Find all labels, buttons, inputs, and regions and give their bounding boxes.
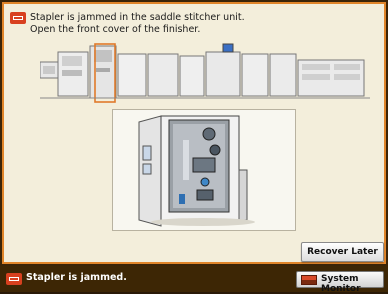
system-monitor-label: System Monitor — [321, 274, 361, 294]
touch-panel-screen: Stapler is jammed in the saddle stitcher… — [0, 0, 388, 294]
status-bar: Stapler is jammed. System Monitor — [0, 266, 388, 294]
error-badge-icon — [6, 273, 22, 285]
alert-message: Stapler is jammed in the saddle stitcher… — [30, 12, 370, 36]
status-message: Stapler is jammed. — [26, 272, 127, 283]
finisher-front-cover-open-illustration — [112, 109, 296, 231]
system-monitor-button[interactable]: System Monitor — [296, 271, 384, 294]
alert-panel: Stapler is jammed in the saddle stitcher… — [2, 2, 386, 264]
error-badge-icon — [10, 12, 26, 24]
printer-system-illustration — [40, 43, 370, 103]
system-monitor-icon — [301, 275, 317, 285]
recover-later-button[interactable]: Recover Later — [301, 242, 384, 262]
alert-line-1: Stapler is jammed in the saddle stitcher… — [30, 12, 245, 23]
alert-line-2: Open the front cover of the finisher. — [30, 24, 201, 35]
